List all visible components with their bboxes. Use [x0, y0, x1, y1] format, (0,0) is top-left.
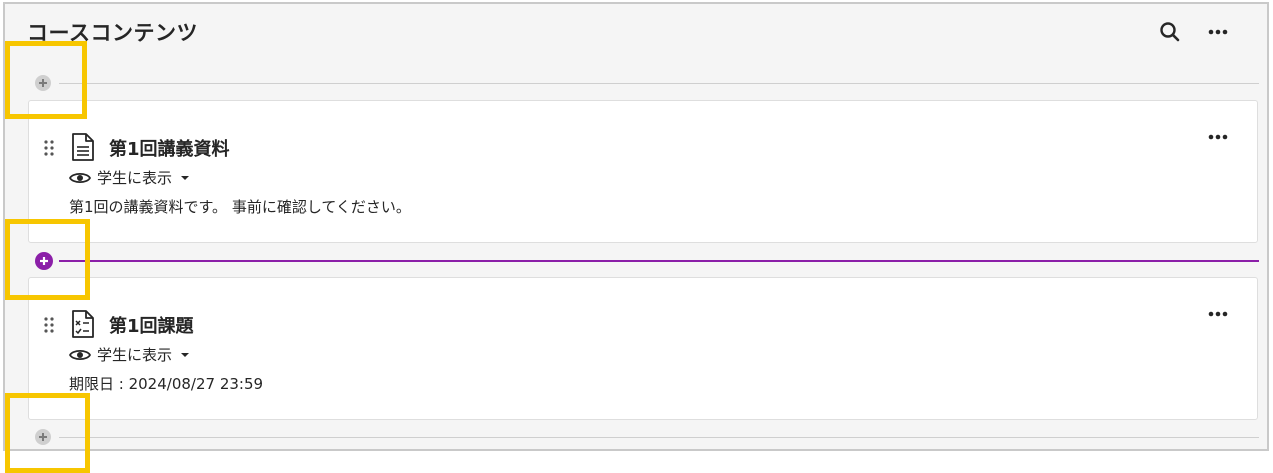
add-content-row-active: [35, 252, 1259, 273]
more-options-button[interactable]: [1205, 19, 1231, 45]
more-horizontal-icon: [1208, 311, 1228, 317]
highlight-box: [5, 393, 90, 473]
item-more-button[interactable]: [1205, 127, 1231, 147]
more-horizontal-icon: [1208, 134, 1228, 140]
drag-handle-icon[interactable]: [43, 139, 55, 161]
search-icon: [1160, 22, 1180, 42]
course-content-panel: コースコンテンツ 第1回講義資料 学生に表示 第1回の講義資料です。 事前に確認…: [3, 2, 1269, 451]
drag-handle-icon[interactable]: [43, 316, 55, 338]
caret-down-icon: [181, 352, 190, 357]
content-item-card[interactable]: 第1回課題 学生に表示 期限日 : 2024/08/27 23:59: [28, 277, 1258, 420]
visibility-dropdown[interactable]: 学生に表示: [69, 344, 190, 365]
more-horizontal-icon: [1208, 29, 1228, 35]
item-title[interactable]: 第1回課題: [109, 312, 194, 338]
document-icon: [71, 133, 95, 165]
eye-icon: [69, 172, 91, 183]
item-due-date: 期限日 : 2024/08/27 23:59: [69, 375, 264, 393]
assignment-icon: [71, 310, 95, 342]
highlight-box: [5, 219, 90, 300]
caret-down-icon: [181, 175, 190, 180]
add-content-row-top: [35, 75, 1259, 95]
item-description: 第1回の講義資料です。 事前に確認してください。: [69, 198, 411, 216]
item-title[interactable]: 第1回講義資料: [109, 135, 230, 161]
divider-line: [59, 83, 1259, 84]
highlight-box: [5, 41, 87, 119]
visibility-dropdown[interactable]: 学生に表示: [69, 167, 190, 188]
divider-line: [59, 437, 1259, 438]
visibility-label: 学生に表示: [97, 169, 173, 187]
eye-icon: [69, 349, 91, 360]
search-button[interactable]: [1157, 19, 1183, 45]
add-content-row-bottom: [35, 429, 1259, 449]
visibility-label: 学生に表示: [97, 346, 173, 364]
divider-line: [59, 260, 1259, 262]
content-item-card[interactable]: 第1回講義資料 学生に表示 第1回の講義資料です。 事前に確認してください。: [28, 100, 1258, 243]
item-more-button[interactable]: [1205, 304, 1231, 324]
